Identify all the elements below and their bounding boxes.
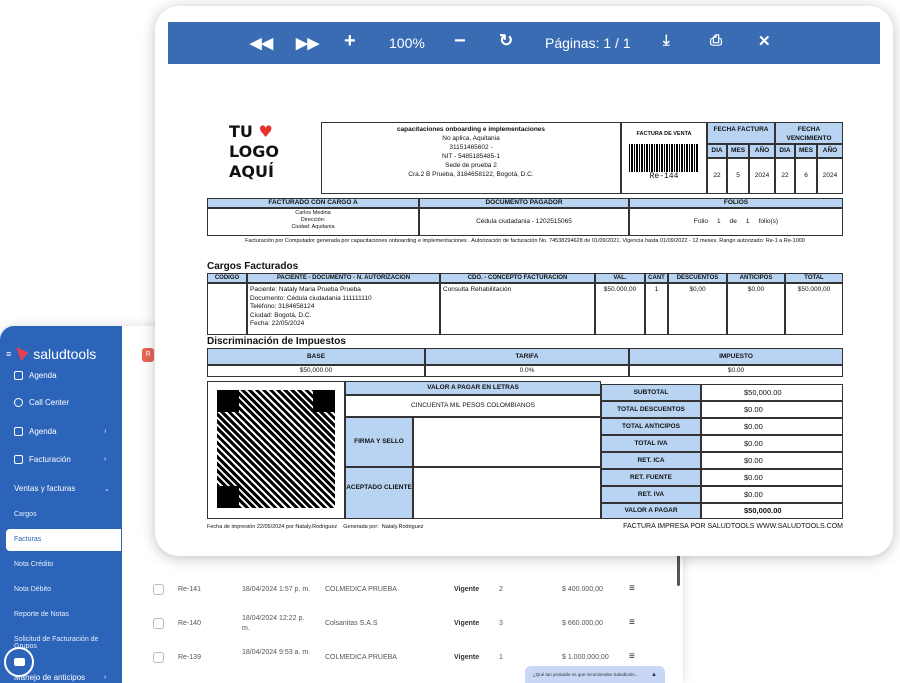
survey-banner[interactable]: ¿Qué tan probable es que recomiendes Sal… <box>525 666 665 683</box>
page-indicator: Páginas: 1 / 1 <box>545 35 631 51</box>
hamburger-icon[interactable]: ≡ <box>6 349 11 359</box>
table-row[interactable]: Re-141 18/04/2024 1:57 p. m. COLMEDICA P… <box>150 576 650 604</box>
valor-letras: CINCUENTA MIL PESOS COLOMBIANOS <box>345 395 601 417</box>
row-amount: $ 400.000,00 <box>562 586 603 593</box>
sidebar-item-solicitud[interactable]: Solicitud de Facturación de Grupos <box>14 636 98 650</box>
sidebar-item-agenda-top[interactable]: Agenda <box>14 371 57 380</box>
fecha-factura-label: FECHA FACTURA <box>707 122 775 144</box>
row-id: Re-140 <box>178 620 201 627</box>
headset-icon <box>14 398 23 407</box>
row-id: Re-139 <box>178 654 201 661</box>
cargo-paciente: Paciente: Nataly Maria Prueba Prueba Docu… <box>247 283 440 335</box>
chat-button[interactable] <box>4 647 34 677</box>
row-client: COLMEDICA PRUEBA <box>325 654 397 661</box>
row-checkbox[interactable] <box>153 584 164 595</box>
zoom-out-icon[interactable]: − <box>454 30 466 53</box>
chevron-down-icon: ⌄ <box>104 485 110 493</box>
firma-area <box>413 417 601 467</box>
company-logo: TU ♥ LOGO AQUÍ <box>229 122 279 181</box>
sidebar-item-ventas[interactable]: Ventas y facturas ⌄ <box>14 484 110 493</box>
sidebar-item-call-center[interactable]: Call Center <box>14 398 69 407</box>
print-icon[interactable]: ⎙ <box>710 32 722 49</box>
sidebar: ≡ saludtools Agenda Call Center Agenda › … <box>0 326 122 683</box>
row-status: Vigente <box>454 654 480 661</box>
chevron-right-icon: › <box>104 674 107 681</box>
barcode <box>629 144 699 172</box>
brand[interactable]: ≡ saludtools <box>6 346 96 362</box>
invoice-viewer: ◀◀ ▶▶ + 100% − ↻ Páginas: 1 / 1 ⤓ ⎙ ✕ TU… <box>155 6 893 556</box>
reset-icon[interactable]: ↻ <box>499 31 513 51</box>
row-menu-icon[interactable]: ≡ <box>629 583 635 594</box>
row-client: Colsanitas S.A.S <box>325 620 378 627</box>
next-page-icon[interactable]: ▶▶ <box>296 34 319 52</box>
row-status: Vigente <box>454 586 480 593</box>
zoom-level: 100% <box>389 35 425 51</box>
invoice-icon <box>14 455 23 464</box>
sidebar-item-nota-credito[interactable]: Nota Crédito <box>14 561 53 568</box>
row-status: Vigente <box>454 620 480 627</box>
folios: Folio 1 de 1 folio(s) <box>629 208 843 236</box>
calendar-icon <box>14 427 23 436</box>
calendar-icon <box>14 371 23 380</box>
cargos-title: Cargos Facturados <box>207 261 299 272</box>
fecha-vencimiento-label: FECHA VENCIMIENTO <box>775 122 843 144</box>
aceptado-area <box>413 467 601 519</box>
footer-left: Fecha de impresión 22/05/2024 por Nataly… <box>207 524 424 530</box>
row-date: 18/04/2024 12:22 p. m. <box>242 615 305 632</box>
sidebar-item-reporte-notas[interactable]: Reporte de Notas <box>14 611 69 618</box>
row-checkbox[interactable] <box>153 652 164 663</box>
zoom-in-icon[interactable]: + <box>344 30 356 53</box>
sidebar-item-cargos[interactable]: Cargos <box>14 511 37 518</box>
row-amount: $ 1.000.000,00 <box>562 654 609 661</box>
resolution-text: Facturación por Computador generada por … <box>245 238 805 244</box>
company-info: capacitaciones onboarding e implementaci… <box>321 122 621 194</box>
row-client: COLMEDICA PRUEBA <box>325 586 397 593</box>
invoice-document: TU ♥ LOGO AQUÍ capacitaciones onboarding… <box>207 122 843 530</box>
row-id: Re-141 <box>178 586 201 593</box>
sidebar-item-facturas[interactable]: Facturas <box>6 529 121 551</box>
row-count: 3 <box>499 620 503 627</box>
row-amount: $ 660.000,00 <box>562 620 603 627</box>
chevron-right-icon: › <box>104 428 107 435</box>
download-icon[interactable]: ⤓ <box>663 32 670 49</box>
sidebar-item-agenda[interactable]: Agenda › <box>14 427 106 436</box>
first-page-icon[interactable]: ◀◀ <box>250 34 273 52</box>
brand-name: saludtools <box>33 346 97 362</box>
table-row[interactable]: Re-140 18/04/2024 12:22 p. m. Colsanitas… <box>150 610 650 638</box>
facturado-info: Carlos Medina Dirección: Ciudad: Aquitania <box>207 208 419 236</box>
close-icon[interactable]: ✕ <box>758 32 771 50</box>
row-count: 1 <box>499 654 503 661</box>
sidebar-item-nota-debito[interactable]: Nota Débito <box>14 586 51 593</box>
impuestos-title: Discriminación de Impuestos <box>207 336 346 347</box>
row-menu-icon[interactable]: ≡ <box>629 617 635 628</box>
sidebar-item-facturacion[interactable]: Facturación › <box>14 455 106 464</box>
saludtools-logo-icon <box>16 347 29 361</box>
doc-pagador: Cédula ciudadania - 1202515065 <box>419 208 629 236</box>
qr-code-box <box>207 381 345 519</box>
tab-badge[interactable]: R <box>142 348 154 362</box>
chevron-up-icon[interactable]: ▲ <box>651 672 657 678</box>
row-count: 2 <box>499 586 503 593</box>
row-date: 18/04/2024 1:57 p. m. <box>242 586 311 593</box>
chevron-right-icon: › <box>104 456 107 463</box>
row-date: 18/04/2024 9:53 a. m. <box>242 649 311 656</box>
footer-right: FACTURA IMPRESA POR SALUDTOOLS WWW.SALUD… <box>623 523 843 530</box>
qr-code <box>217 390 335 508</box>
barcode-box: FACTURA DE VENTA Re-144 <box>621 122 707 194</box>
row-menu-icon[interactable]: ≡ <box>629 651 635 662</box>
row-checkbox[interactable] <box>153 618 164 629</box>
viewer-toolbar: ◀◀ ▶▶ + 100% − ↻ Páginas: 1 / 1 ⤓ ⎙ ✕ <box>168 22 880 64</box>
